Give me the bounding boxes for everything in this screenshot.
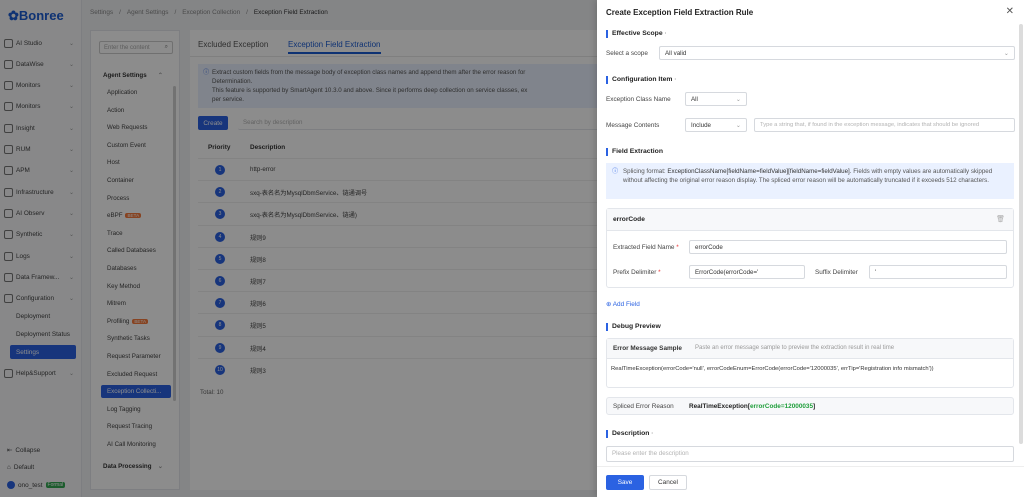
save-button[interactable]: Save xyxy=(606,475,644,490)
section-effective-scope: Effective Scope · xyxy=(606,30,667,38)
prefix-delimiter-label: Prefix Delimiter * xyxy=(613,269,661,276)
class-name-label: Exception Class Name xyxy=(606,96,671,103)
plus-icon: ⊕ xyxy=(606,301,612,308)
error-sample-card: Error Message Sample Paste an error mess… xyxy=(606,338,1014,388)
modal-overlay[interactable] xyxy=(0,0,597,497)
chevron-down-icon: ⌄ xyxy=(735,122,741,129)
spliced-reason-value: RealTimeException[errorCode=12000035] xyxy=(689,403,816,410)
cancel-button[interactable]: Cancel xyxy=(649,475,687,490)
message-operator-select[interactable]: Include ⌄ xyxy=(685,118,747,132)
add-field-button[interactable]: ⊕ Add Field xyxy=(606,300,640,308)
create-rule-drawer: Create Exception Field Extraction Rule ✕… xyxy=(597,0,1024,497)
class-name-select[interactable]: All ⌄ xyxy=(685,92,747,106)
drawer-footer: Save Cancel xyxy=(597,466,1024,497)
message-contents-input[interactable]: Type a string that, if found in the exce… xyxy=(754,118,1015,132)
section-field-extraction: Field Extraction xyxy=(606,148,663,156)
spliced-reason-card: Spliced Error Reason RealTimeException[e… xyxy=(606,397,1014,415)
suffix-delimiter-input[interactable]: ' xyxy=(869,265,1007,279)
chevron-down-icon: ⌄ xyxy=(735,96,741,103)
chevron-down-icon: ⌄ xyxy=(1003,50,1009,57)
error-sample-input[interactable]: RealTimeException(errorCode='null', erro… xyxy=(611,366,1009,372)
delete-icon[interactable]: 🗑 xyxy=(996,215,1005,223)
drawer-scrollbar[interactable] xyxy=(1019,24,1023,444)
prefix-delimiter-input[interactable]: ErrorCode(errorCode=' xyxy=(689,265,805,279)
suffix-delimiter-label: Suffix Delimiter xyxy=(815,269,858,276)
drawer-title: Create Exception Field Extraction Rule xyxy=(606,8,754,17)
close-icon[interactable]: ✕ xyxy=(1006,6,1014,17)
field-card: errorCode 🗑 Extracted Field Name * error… xyxy=(606,208,1014,288)
message-contents-label: Message Contents xyxy=(606,122,660,129)
format-note: ⓘ Splicing format: ExceptionClassName[fi… xyxy=(606,163,1014,199)
field-card-header: errorCode 🗑 xyxy=(607,209,1013,231)
extracted-field-input[interactable]: errorCode xyxy=(689,240,1007,254)
info-icon: ⓘ xyxy=(612,168,619,175)
scope-label: Select a scope xyxy=(606,50,648,57)
section-debug-preview: Debug Preview xyxy=(606,323,661,331)
extracted-field-label: Extracted Field Name * xyxy=(613,244,679,251)
scope-select[interactable]: All valid ⌄ xyxy=(659,46,1015,60)
error-sample-header: Error Message Sample Paste an error mess… xyxy=(607,339,1013,359)
description-input[interactable]: Please enter the description xyxy=(606,446,1014,462)
section-configuration-item: Configuration Item · xyxy=(606,76,677,84)
section-description: Description · xyxy=(606,430,654,438)
